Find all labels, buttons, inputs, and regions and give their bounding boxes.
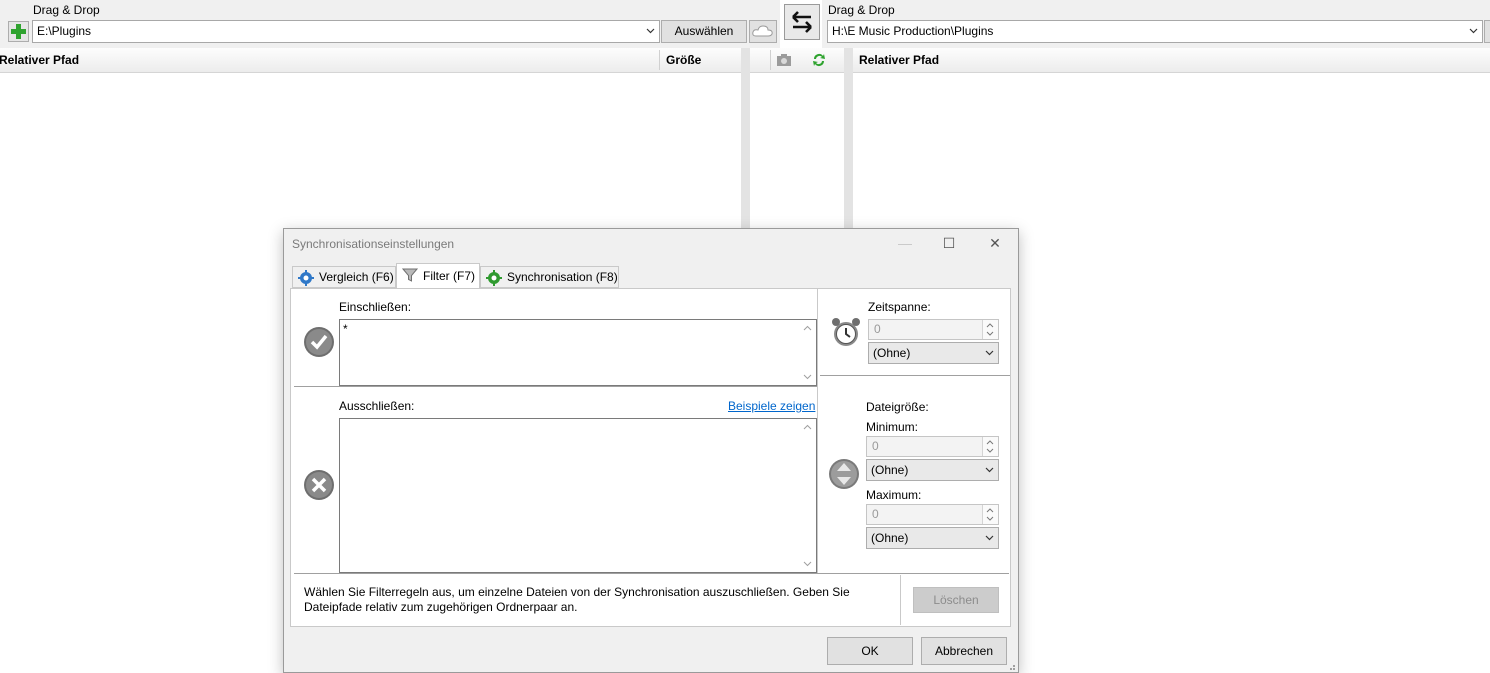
tab-synchronisation[interactable]: Synchronisation (F8) [480,266,619,288]
close-icon[interactable]: ✕ [985,235,1005,252]
scroll-up-icon[interactable] [803,324,812,333]
right-path-value: H:\E Music Production\Plugins [832,24,994,38]
cross-icon [304,470,334,500]
min-label: Minimum: [866,420,919,434]
column-divider [770,50,771,70]
include-scrollbar[interactable] [800,321,815,384]
timespan-select[interactable]: (Ohne) [868,342,999,364]
tab-label: Synchronisation (F8) [507,270,618,284]
exclude-scrollbar[interactable] [800,420,815,571]
min-unit-select[interactable]: (Ohne) [866,459,999,481]
vertical-divider [817,289,818,573]
spin-arrows-icon [986,323,994,336]
left-header-size[interactable]: Größe [666,48,701,72]
column-divider [659,50,660,70]
timespan-unit: (Ohne) [873,346,911,360]
tab-label: Filter (F7) [423,269,475,283]
show-examples-link[interactable]: Beispiele zeigen [728,399,815,413]
timespan-label: Zeitspanne: [868,300,931,314]
help-text: Wählen Sie Filterregeln aus, um einzelne… [304,585,850,614]
alarm-clock-icon [832,318,860,346]
min-unit: (Ohne) [871,463,909,477]
scroll-down-icon[interactable] [803,372,812,381]
camera-icon[interactable] [776,53,792,67]
swap-arrows-icon [792,11,812,33]
resize-grip-icon[interactable] [1006,661,1016,671]
chevron-down-icon[interactable] [1469,26,1478,35]
left-path-value: E:\Plugins [37,24,92,38]
max-unit: (Ohne) [871,531,909,545]
clear-button[interactable]: Löschen [913,587,999,613]
chevron-down-icon [985,350,994,356]
tab-label: Vergleich (F6) [319,270,394,284]
left-path-input[interactable]: E:\Plugins [32,20,660,43]
max-unit-select[interactable]: (Ohne) [866,527,999,549]
chevron-down-icon [985,535,994,541]
right-drag-drop-label: Drag & Drop [828,3,895,17]
ok-button[interactable]: OK [827,637,913,665]
tab-filter[interactable]: Filter (F7) [396,263,480,289]
max-size-spinner[interactable]: 0 [866,504,999,525]
include-value: * [343,322,348,336]
vertical-divider [900,575,901,625]
max-label: Maximum: [866,488,922,502]
maximize-icon[interactable]: ☐ [939,235,959,252]
left-splitter[interactable] [741,48,750,228]
updown-arrows-icon [829,459,859,489]
swap-sides-button[interactable] [784,4,820,40]
left-drag-drop-label: Drag & Drop [33,3,100,17]
divider [294,386,818,387]
cloud-button[interactable] [749,20,777,43]
gear-blue-icon [298,270,314,286]
right-column-header: Relativer Pfad [853,48,1490,73]
timespan-value: 0 [874,322,881,336]
left-header-path[interactable]: Relativer Pfad [0,48,79,72]
browse-right-button[interactable] [1484,20,1490,43]
left-column-header: Relativer Pfad Größe [0,48,741,73]
filter-panel: Einschließen: * Ausschließen: Beispiele … [290,288,1011,627]
minimize-icon[interactable]: — [895,235,915,251]
filesize-label: Dateigröße: [866,400,929,414]
timespan-spinner[interactable]: 0 [868,319,999,340]
right-header-path[interactable]: Relativer Pfad [859,48,939,72]
scroll-up-icon[interactable] [803,423,812,432]
divider [820,375,1010,376]
add-folder-pair-button[interactable] [8,21,29,42]
plus-icon [11,24,26,39]
spin-arrows-icon [986,440,994,453]
chevron-down-icon[interactable] [646,26,655,35]
exclude-textarea[interactable] [339,418,817,573]
sync-settings-dialog: Synchronisationseinstellungen — ☐ ✕ Verg… [283,228,1019,673]
right-path-input[interactable]: H:\E Music Production\Plugins [827,20,1483,43]
cancel-button[interactable]: Abbrechen [921,637,1007,665]
funnel-icon [402,268,418,282]
min-size-spinner[interactable]: 0 [866,436,999,457]
exclude-label: Ausschließen: [339,399,415,413]
spinner-arrows[interactable] [982,437,998,456]
max-value: 0 [872,507,879,521]
left-folder-bar: Drag & Drop E:\Plugins Auswählen [0,0,780,48]
right-folder-bar: Drag & Drop H:\E Music Production\Plugin… [822,0,1490,48]
right-splitter[interactable] [844,48,853,228]
spinner-arrows[interactable] [982,320,998,339]
scroll-down-icon[interactable] [803,559,812,568]
browse-left-button[interactable]: Auswählen [661,20,747,43]
include-textarea[interactable]: * [339,319,817,386]
min-value: 0 [872,439,879,453]
dialog-title: Synchronisationseinstellungen [292,237,455,251]
divider [294,573,1009,574]
spinner-arrows[interactable] [982,505,998,524]
chevron-down-icon [985,467,994,473]
spin-arrows-icon [986,508,994,521]
include-label: Einschließen: [339,300,412,314]
tab-vergleich[interactable]: Vergleich (F6) [292,266,396,288]
refresh-icon[interactable] [811,52,827,68]
checkmark-icon [304,327,334,357]
gear-green-icon [486,270,502,286]
cloud-icon [752,25,773,37]
middle-column-header [750,48,844,73]
